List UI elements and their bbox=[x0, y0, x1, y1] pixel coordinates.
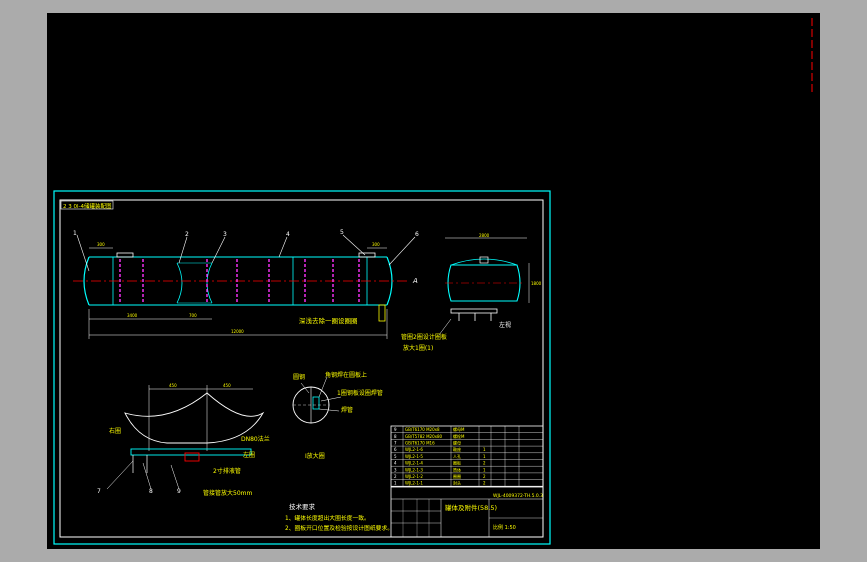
scale-row: 比例 1:50 bbox=[493, 524, 516, 531]
bom-cell: WJL2-1-6 bbox=[405, 447, 423, 452]
detail-bottom-b: 管接管放大50mm bbox=[203, 489, 252, 497]
bom-cell: 2 bbox=[483, 481, 486, 486]
bom-cell: WJL2-1-5 bbox=[405, 454, 423, 459]
bom-cell: GB/T6170 M20x8 bbox=[405, 427, 440, 432]
drawing-canvas: 2 3 0l-4储罐装配图 1 2 3 4 5 6 300 300 3400 7… bbox=[53, 18, 813, 545]
bom-cell: 人孔 bbox=[453, 453, 461, 459]
balloon-7: 7 bbox=[97, 488, 101, 495]
circle-label-c: 1圈钢板设圈焊管 bbox=[337, 389, 383, 397]
balloon-4: 4 bbox=[286, 231, 290, 238]
bom-cell: WJL2-1-1 bbox=[405, 481, 423, 486]
bom-cell: 螺栓M bbox=[453, 433, 465, 439]
tech-title: 技术要求 bbox=[289, 502, 316, 511]
sheet-outer-frame bbox=[53, 190, 551, 545]
bom-cell: WJL2-1-4 bbox=[405, 461, 423, 466]
enlarge-label: I放大圈 bbox=[305, 452, 325, 460]
bom-cell: 1 bbox=[483, 454, 486, 459]
dim-right: 300 bbox=[372, 242, 380, 247]
vessel-side-view bbox=[445, 237, 530, 321]
detail-right-top: DN80法兰 bbox=[241, 435, 270, 443]
bom-cell: 圈圈 bbox=[453, 474, 461, 479]
bom-cell: 3 bbox=[394, 467, 397, 472]
bom-cell: 圈板 bbox=[453, 460, 461, 466]
bom-cell: 鞍座 bbox=[453, 446, 461, 452]
drawing-title: 罐体及附件(58.5) bbox=[445, 503, 497, 512]
gasket-note: 管圈2圈设计圈板 bbox=[401, 333, 447, 341]
dim-span2: 700 bbox=[189, 313, 197, 318]
bom-cell: 1 bbox=[394, 481, 397, 486]
balloon-5: 5 bbox=[340, 229, 344, 236]
vessel-front-view bbox=[73, 252, 407, 322]
dim-total: 12000 bbox=[231, 329, 244, 334]
gasket-note-2: 放大1圈(1) bbox=[403, 344, 433, 352]
circle-label-b: 角钢焊在圆板上 bbox=[325, 371, 367, 379]
bom-cell: 2 bbox=[394, 474, 397, 479]
bom-cell: WJL2-1-2 bbox=[405, 474, 423, 479]
side-left-label: 左视 bbox=[499, 321, 511, 329]
balloon-8: 8 bbox=[149, 488, 153, 495]
bom-cell: 2 bbox=[483, 474, 486, 479]
balloon-1: 1 bbox=[73, 230, 77, 237]
dim-detail-a: 450 bbox=[169, 383, 177, 388]
bill-of-materials: 9 GB/T6170 M20x8 螺母M 8 GB/T5782 M20x80 螺栓M 7 GB… bbox=[390, 425, 544, 487]
dim-detail-b: 450 bbox=[223, 383, 231, 388]
balloon-9: 9 bbox=[177, 488, 181, 495]
cad-viewport[interactable]: 2 3 0l-4储罐装配图 1 2 3 4 5 6 300 300 3400 7… bbox=[47, 13, 820, 549]
bom-cell: 5 bbox=[394, 454, 397, 459]
dim-left: 300 bbox=[97, 242, 105, 247]
bom-cell: 2 bbox=[483, 461, 486, 466]
tech-note-1: 1、罐体长度超出大圈长度一致。 bbox=[285, 514, 370, 522]
bom-cell: 9 bbox=[394, 427, 397, 432]
bom-cell: 6 bbox=[394, 447, 397, 452]
detail-bottom-a: 2寸排液管 bbox=[213, 467, 241, 475]
bom-cell: GB/T6170 M16 bbox=[405, 441, 435, 446]
front-dimensions bbox=[88, 247, 388, 339]
bom-cell: GB/T5782 M20x80 bbox=[405, 434, 443, 439]
bom-cell: 1 bbox=[483, 467, 486, 472]
drawing-number: WJL-4009372-TH.5.0.3 bbox=[493, 493, 543, 499]
balloon-6: 6 bbox=[415, 231, 419, 238]
tech-note-2: 2、圈板开口位置及检验按设计图纸要求。 bbox=[285, 524, 393, 532]
view-arrow-label: A bbox=[412, 277, 418, 285]
bom-cell: 7 bbox=[394, 441, 397, 446]
bom-cell: 筒体 bbox=[453, 466, 461, 472]
detail-right-mid: 左圈 bbox=[243, 451, 255, 459]
bom-cell: 1 bbox=[483, 447, 486, 452]
circle-label-d: 焊管 bbox=[341, 406, 353, 414]
bom-cell: 8 bbox=[394, 434, 397, 439]
dim-side-h: 1800 bbox=[531, 281, 542, 286]
bom-cell: 4 bbox=[394, 461, 397, 466]
balloon-2: 2 bbox=[185, 231, 189, 238]
bom-cell: 封头 bbox=[453, 480, 461, 486]
dim-span1: 3400 bbox=[127, 313, 138, 318]
circle-label-a: 圆钢 bbox=[293, 373, 305, 381]
balloon-3: 3 bbox=[223, 231, 227, 238]
bom-cell: 螺母M bbox=[453, 426, 465, 432]
bom-cell: WJL2-1-3 bbox=[405, 467, 423, 472]
detail-circle-enlargement bbox=[292, 376, 342, 424]
gasket-leader bbox=[438, 318, 452, 336]
dim-side-w: 2800 bbox=[479, 233, 490, 238]
bom-cell: 螺母 bbox=[453, 440, 461, 446]
hatch-note: 深浅去除一圈设圈圈 bbox=[299, 316, 358, 325]
title-tag: 2 3 0l-4储罐装配图 bbox=[63, 202, 112, 210]
detail-left-label: 右圈 bbox=[109, 427, 121, 435]
